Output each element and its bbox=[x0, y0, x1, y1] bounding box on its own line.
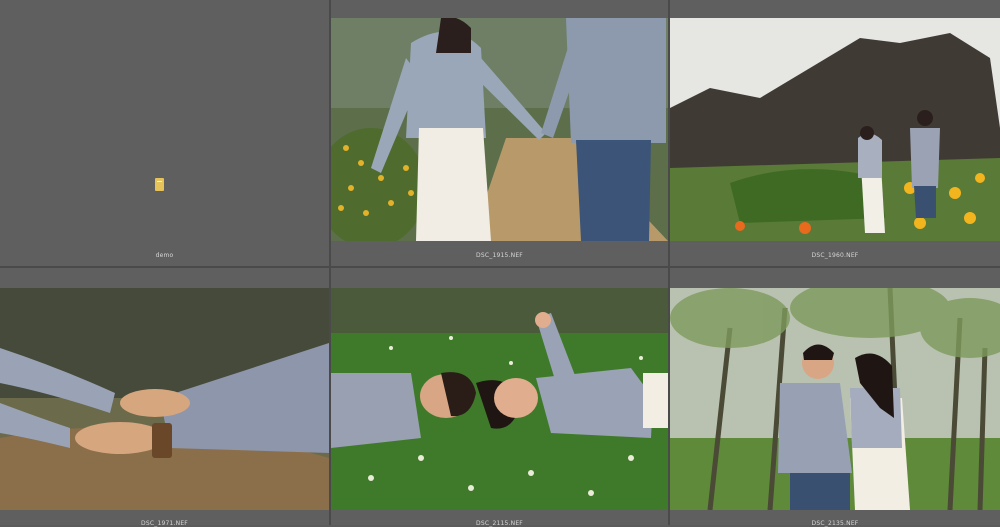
thumbnail-caption: DSC_1915.NEF bbox=[476, 252, 523, 259]
thumbnail-caption: DSC_2135.NEF bbox=[811, 520, 859, 527]
photo-thumbnail bbox=[331, 18, 668, 241]
thumbnail-caption: DSC_2115.NEF bbox=[476, 520, 523, 527]
thumbnail-caption: demo bbox=[155, 252, 174, 259]
thumbnail-cell[interactable]: DSC_2135.NEF bbox=[670, 268, 1000, 527]
photo-thumbnail bbox=[670, 18, 1000, 241]
thumbnail-caption: DSC_1960.NEF bbox=[811, 252, 859, 259]
thumbnail-cell[interactable]: DSC_1915.NEF bbox=[331, 0, 668, 266]
thumbnail-grid: demo DSC_1915.NEF DSC_1960.NEF DSC_1971.… bbox=[0, 0, 1000, 527]
photo-thumbnail bbox=[0, 288, 329, 510]
thumbnail-caption: DSC_1971.NEF bbox=[141, 520, 188, 527]
photo-thumbnail bbox=[670, 288, 1000, 510]
photo-thumbnail bbox=[331, 288, 668, 510]
folder-icon bbox=[155, 178, 164, 191]
thumbnail-cell-folder[interactable]: demo bbox=[0, 0, 329, 266]
thumbnail-cell[interactable]: DSC_1971.NEF bbox=[0, 268, 329, 527]
thumbnail-cell[interactable]: DSC_2115.NEF bbox=[331, 268, 668, 527]
thumbnail-cell[interactable]: DSC_1960.NEF bbox=[670, 0, 1000, 266]
